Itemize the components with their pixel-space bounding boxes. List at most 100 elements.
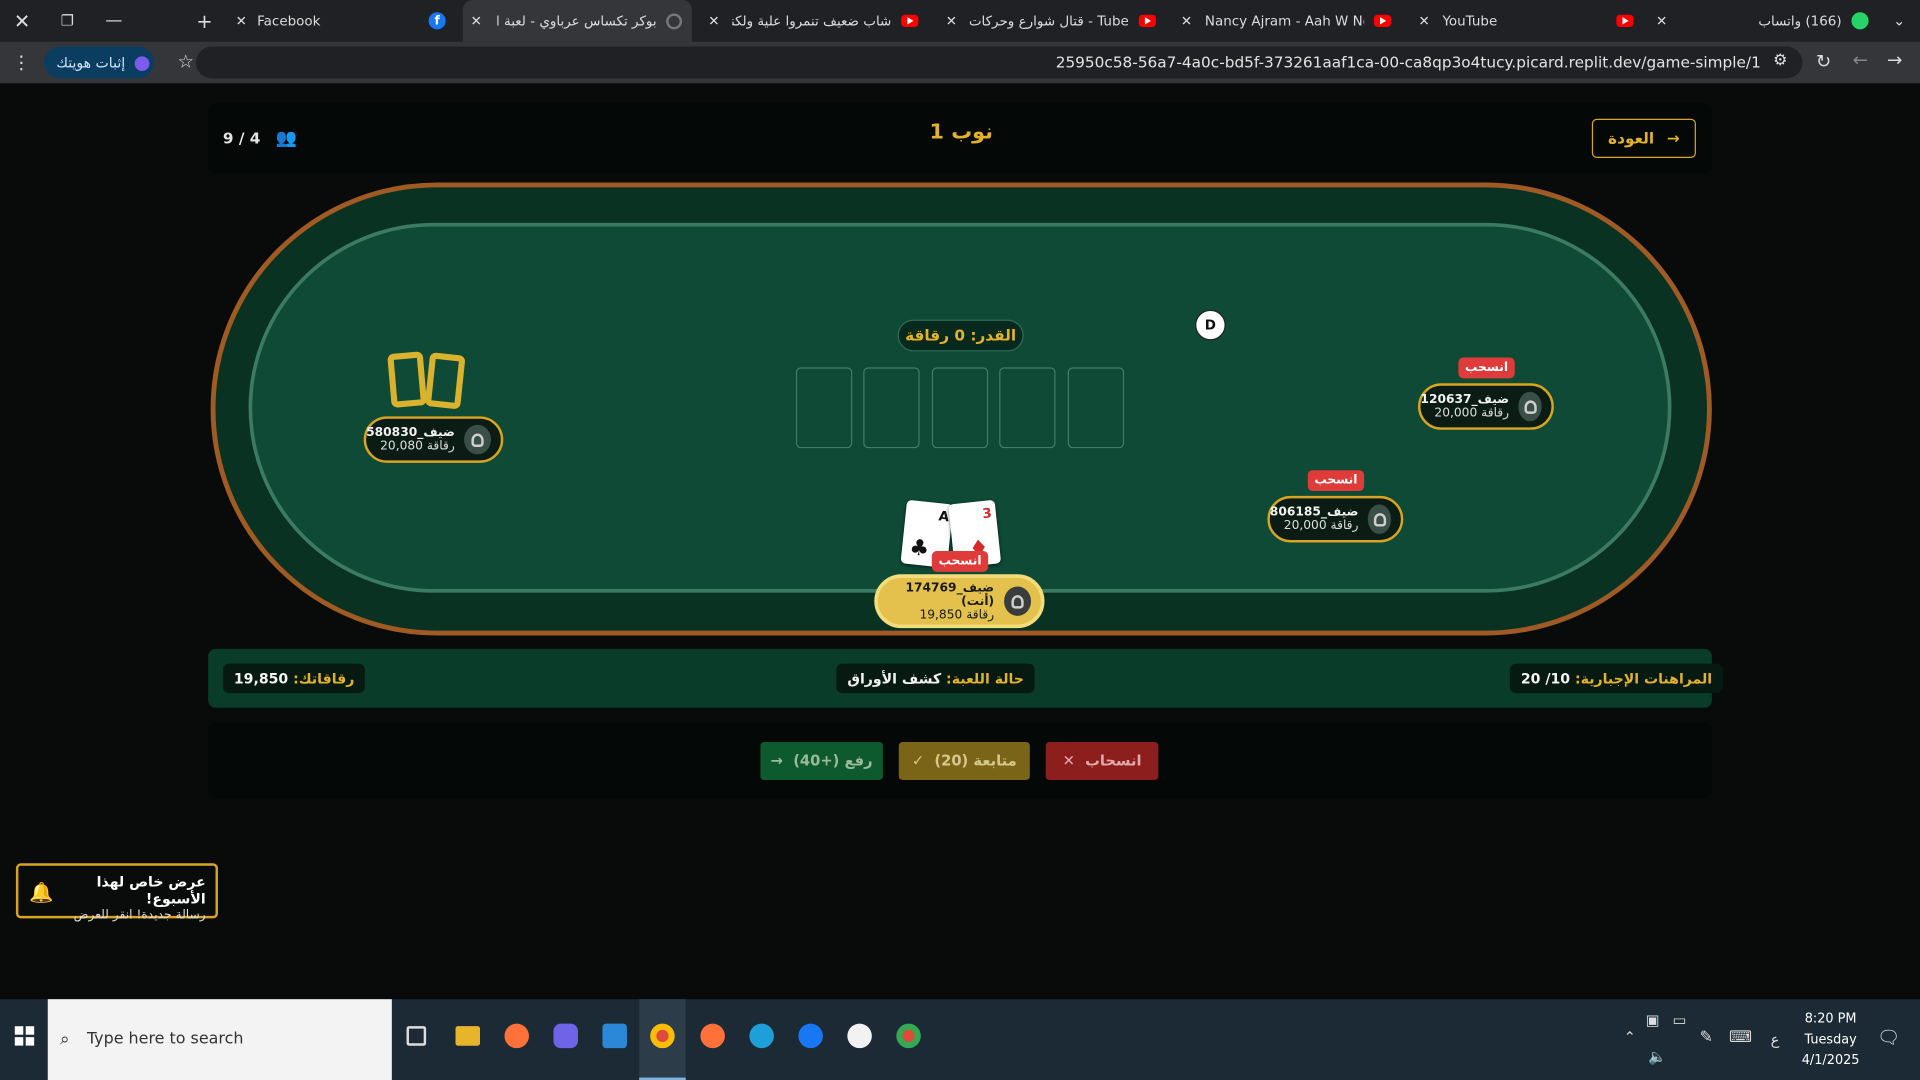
tab-search-chevron-icon[interactable]: ⌄: [1886, 0, 1913, 42]
pen-icon[interactable]: ✎: [1700, 1029, 1713, 1047]
avatar: [464, 424, 492, 455]
close-tab-icon[interactable]: ✕: [230, 13, 252, 29]
community-card-slot: [931, 367, 989, 449]
ime-indicator[interactable]: ع: [1771, 1031, 1780, 1048]
close-tab-icon[interactable]: ✕: [1648, 13, 1675, 29]
facebook-icon[interactable]: [798, 1023, 823, 1049]
raise-button[interactable]: → رفع (+40): [760, 742, 883, 781]
community-card-slot: [795, 367, 853, 449]
bell-icon: 🔔: [29, 880, 54, 904]
back-button[interactable]: العودة →: [1591, 118, 1696, 158]
game-header: 9 / 4 👥 نوب 1 العودة →: [208, 102, 1712, 174]
network-icon[interactable]: ▭: [1673, 1011, 1687, 1028]
bookmark-star-icon[interactable]: ☆: [178, 50, 194, 72]
tab-strip: ✕ ❐ — + ✕ Facebook f ✕ بوكر تكساس عرباوي…: [0, 0, 1920, 42]
profile-icon: [134, 55, 150, 71]
firefox-icon[interactable]: [700, 1023, 725, 1049]
close-tab-icon[interactable]: ✕: [463, 13, 490, 29]
promo-notification[interactable]: عرض خاص لهذا الأسبوع! رسالة جديدة! انقر …: [15, 863, 218, 922]
menu-dots-icon[interactable]: ⋮: [12, 51, 30, 73]
fold-button[interactable]: ✕ انسحاب: [1045, 742, 1159, 781]
copilot-icon[interactable]: [553, 1023, 578, 1049]
tab-whatsapp[interactable]: ✕ (166) واتساب: [1648, 0, 1876, 42]
edge-icon[interactable]: [749, 1023, 774, 1049]
whatsapp-icon: [1851, 12, 1869, 30]
taskbar: ⌕ Type here to search ▣ ▭ ⌃ 🔈 ✎ ⌨ ع 8:20…: [0, 999, 1920, 1080]
dealer-button: D: [1195, 309, 1226, 341]
avatar: [1368, 504, 1392, 534]
game-status-bar: رقاقاتك: 19,850 حالة اللعبة: كشف الأوراق…: [208, 648, 1724, 708]
show-hidden-icons[interactable]: ⌃: [1624, 1029, 1636, 1046]
youtube-icon: [1616, 14, 1634, 27]
avatar: [1518, 391, 1542, 422]
tab-youtube-3[interactable]: ✕ Nancy Ajram - Aah W Noss - Yo: [1173, 0, 1398, 42]
tab-youtube-2[interactable]: ✕ Tube - قتال شوارع وحركات انمي: [938, 0, 1163, 42]
community-card-slot: [999, 367, 1056, 449]
facebook-icon: f: [428, 12, 446, 30]
store-icon[interactable]: [602, 1023, 627, 1049]
file-explorer-icon[interactable]: [455, 1026, 481, 1046]
users-icon: 👥: [275, 128, 297, 149]
status-badge: انسحب: [1458, 357, 1515, 379]
replit-icon: [666, 12, 683, 29]
action-panel: → رفع (+40) ✓ متابعة (20) ✕ انسحاب: [208, 722, 1712, 799]
reload-icon[interactable]: ↻: [1816, 50, 1831, 72]
player-seat[interactable]: ضيف_580830 20,080 رقاقة: [363, 416, 504, 463]
card-back: [387, 351, 428, 408]
volume-icon[interactable]: 🔈: [1648, 1048, 1666, 1065]
youtube-icon: [1138, 14, 1156, 27]
youtube-icon: [1373, 14, 1392, 27]
tab-facebook[interactable]: ✕ Facebook f: [230, 0, 455, 42]
status-badge: انسحب: [931, 551, 989, 572]
clock[interactable]: 8:20 PM Tuesday 4/1/2025: [1788, 1009, 1874, 1071]
search-icon: ⌕: [60, 1029, 70, 1050]
player-seat[interactable]: ضيف_120637 20,000 رقاقة: [1417, 383, 1554, 430]
minimize-window-icon[interactable]: —: [100, 0, 127, 42]
game-state-pill: حالة اللعبة: كشف الأوراق: [836, 663, 1035, 694]
tab-youtube-4[interactable]: ✕ YouTube: [1411, 0, 1639, 42]
forward-icon[interactable]: ←: [1853, 49, 1868, 71]
x-icon: ✕: [1062, 751, 1075, 769]
keyboard-icon[interactable]: ⌨: [1729, 1029, 1752, 1047]
close-tab-icon[interactable]: ✕: [700, 13, 727, 29]
firefox-icon[interactable]: [504, 1023, 529, 1049]
pot-label: القدر: 0 رقاقة: [897, 319, 1024, 352]
close-tab-icon[interactable]: ✕: [938, 13, 965, 29]
close-window-icon[interactable]: ✕: [7, 0, 36, 42]
tab-poker[interactable]: ✕ بوكر تكساس عرباوي - لعبة البوكر: [462, 0, 692, 42]
whatsapp-icon[interactable]: [847, 1023, 872, 1049]
address-bar-row: ⋮ إثبات هويتك ☆ 25950c58-56a7-4a0c-bd5f-…: [0, 41, 1920, 84]
close-tab-icon[interactable]: ✕: [1411, 13, 1438, 29]
my-chips-pill: رقاقاتك: 19,850: [222, 663, 366, 694]
table-title: نوب 1: [929, 120, 993, 145]
meet-icon[interactable]: ▣: [1646, 1011, 1660, 1028]
back-icon[interactable]: →: [1887, 49, 1902, 71]
my-player-seat[interactable]: ضيف_174769 (أنت) 19,850 رقاقة: [874, 574, 1045, 629]
card-back: [424, 352, 466, 410]
arrow-right-icon: →: [770, 751, 783, 769]
community-card-slot: [863, 367, 920, 449]
youtube-icon: [901, 14, 919, 27]
club-suit-icon: ♣: [908, 534, 931, 563]
community-card-slot: [1067, 367, 1125, 449]
arrow-right-icon: →: [1666, 128, 1680, 147]
new-tab-icon[interactable]: +: [191, 0, 218, 42]
task-view-icon[interactable]: [406, 1026, 427, 1046]
avatar: [1003, 586, 1032, 616]
taskbar-search-input[interactable]: ⌕ Type here to search: [47, 999, 392, 1080]
call-button[interactable]: ✓ متابعة (20): [898, 742, 1030, 781]
status-badge: انسحب: [1307, 470, 1365, 492]
restore-window-icon[interactable]: ❐: [54, 0, 81, 42]
site-settings-icon[interactable]: ⚙: [1773, 51, 1787, 69]
player-seat[interactable]: ضيف_806185 20,000 رقاقة: [1267, 495, 1404, 543]
notifications-icon[interactable]: 🗨: [1877, 1026, 1900, 1048]
chrome-active-icon[interactable]: [639, 999, 686, 1080]
players-count: 9 / 4 👥: [222, 128, 297, 149]
tab-youtube-1[interactable]: ✕ شاب ضعيف تنمروا علية ولكنهم لا: [700, 0, 925, 42]
windows-start-icon[interactable]: [14, 1026, 35, 1046]
verify-identity-button[interactable]: إثبات هويتك: [44, 46, 155, 79]
url-input[interactable]: 25950c58-56a7-4a0c-bd5f-373261aaf1ca-00-…: [195, 46, 1803, 79]
chrome-icon[interactable]: [896, 1023, 921, 1049]
close-tab-icon[interactable]: ✕: [1173, 13, 1200, 29]
check-icon: ✓: [911, 751, 925, 769]
